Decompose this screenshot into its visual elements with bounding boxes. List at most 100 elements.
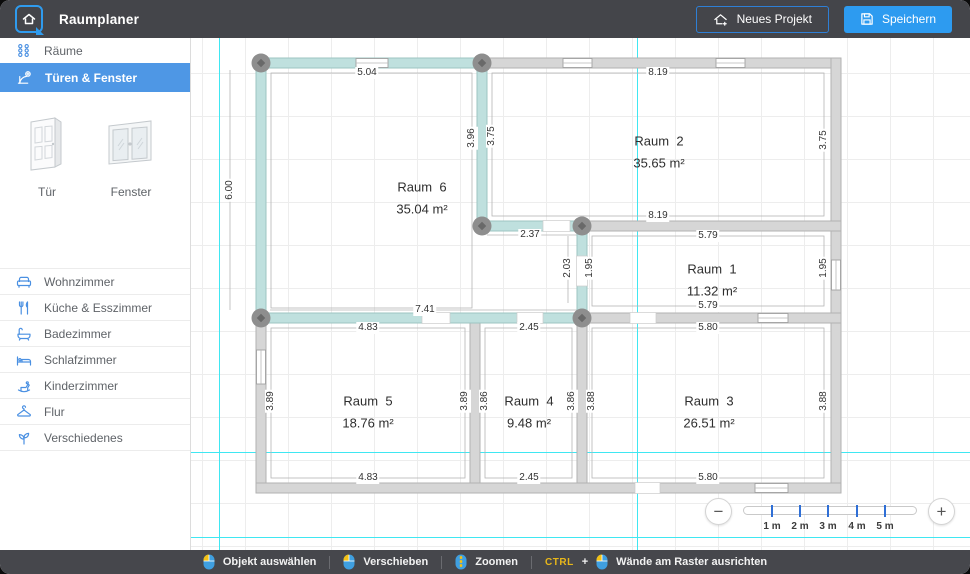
door-illustration-icon <box>21 114 73 172</box>
room-name: Raum 5 <box>342 394 393 409</box>
scale-tick <box>771 505 773 517</box>
hint-label: Zoomen <box>475 556 518 568</box>
hint-zoom: Zoomen <box>455 554 518 570</box>
hint-snap-walls: CTRL + Wände am Raster ausrichten <box>545 554 767 570</box>
category-kueche-esszimmer[interactable]: Küche & Esszimmer <box>0 295 190 321</box>
dimension-label: 4.83 <box>356 322 379 334</box>
dimension-label: 2.45 <box>517 322 540 334</box>
sidebar-item-tueren-fenster[interactable]: Türen & Fenster <box>0 63 190 92</box>
header-bar: Raumplaner Neues Projekt Speichern <box>0 0 970 38</box>
scale-tick <box>827 505 829 517</box>
room-category-list: Wohnzimmer Küche & Esszimmer Badezimmer … <box>0 268 190 451</box>
room-area: 9.48 m² <box>504 416 553 431</box>
dimension-label: 8.19 <box>646 67 669 79</box>
sidebar: Räume Türen & Fenster <box>0 38 191 550</box>
scale-label: 3 m <box>819 521 836 532</box>
dimension-label: 5.80 <box>696 472 719 484</box>
room-label-raum-1[interactable]: Raum 1 11.32 m² <box>687 262 737 299</box>
divider <box>441 556 442 569</box>
dimension-label: 6.00 <box>224 178 236 201</box>
category-schlafzimmer[interactable]: Schlafzimmer <box>0 347 190 373</box>
app-window: Raumplaner Neues Projekt Speichern <box>0 0 970 574</box>
category-wohnzimmer[interactable]: Wohnzimmer <box>0 269 190 295</box>
dimension-label: 1.95 <box>818 256 830 279</box>
door-plus-icon <box>16 70 32 86</box>
dimension-label: 5.79 <box>696 300 719 312</box>
dimension-label: 4.83 <box>356 472 379 484</box>
zoom-in-button[interactable]: + <box>928 498 955 525</box>
category-flur[interactable]: Flur <box>0 399 190 425</box>
room-name: Raum 2 <box>633 134 684 149</box>
scale-label: 5 m <box>876 521 893 532</box>
category-label: Flur <box>44 405 65 419</box>
category-label: Küche & Esszimmer <box>44 301 152 315</box>
hint-label: Verschieben <box>363 556 428 568</box>
room-label-raum-3[interactable]: Raum 3 26.51 m² <box>683 394 734 431</box>
room-name: Raum 1 <box>687 262 737 277</box>
save-button[interactable]: Speichern <box>844 6 952 33</box>
fork-knife-icon <box>16 300 32 316</box>
category-verschiedenes[interactable]: Verschiedenes <box>0 425 190 451</box>
dimension-label: 3.88 <box>818 389 830 412</box>
scale-label: 2 m <box>791 521 808 532</box>
sidebar-item-label: Räume <box>44 44 83 58</box>
bathtub-icon <box>16 326 32 342</box>
app-logo <box>15 5 43 33</box>
dimension-label: 8.19 <box>646 210 669 222</box>
room-name: Raum 4 <box>504 394 553 409</box>
sidebar-item-label: Türen & Fenster <box>45 71 137 85</box>
zoom-out-button[interactable]: − <box>705 498 732 525</box>
logo-fold <box>36 27 44 35</box>
rooms-grid-icon <box>16 43 31 58</box>
dimension-label: 2.03 <box>562 256 574 279</box>
category-label: Schlafzimmer <box>44 353 117 367</box>
window-illustration-icon <box>101 114 161 172</box>
dimension-label: 5.80 <box>696 322 719 334</box>
dimension-label: 3.89 <box>459 389 471 412</box>
scale-tick <box>884 505 886 517</box>
dimension-label: 3.86 <box>566 389 578 412</box>
dimension-label: 2.45 <box>517 472 540 484</box>
floor-plan-canvas[interactable]: 5.04 8.19 6.00 3.96 3.75 3.75 8.19 2.37 … <box>190 38 970 550</box>
dimension-label: 1.95 <box>584 256 596 279</box>
save-label: Speichern <box>882 12 936 26</box>
room-area: 18.76 m² <box>342 416 393 431</box>
door-openings[interactable] <box>422 221 660 494</box>
mouse-wheel-icon <box>455 554 467 570</box>
tool-door[interactable]: Tür <box>12 114 82 199</box>
tool-window[interactable]: Fenster <box>96 114 166 199</box>
sofa-icon <box>16 274 32 290</box>
room-name: Raum 3 <box>683 394 734 409</box>
room-area: 35.65 m² <box>633 156 684 171</box>
dimension-label: 3.89 <box>265 389 277 412</box>
room-area: 11.32 m² <box>687 284 737 299</box>
category-label: Badezimmer <box>44 327 111 341</box>
floor-plan[interactable] <box>190 38 970 550</box>
mouse-left-click-icon <box>596 554 608 570</box>
scale-label: 1 m <box>763 521 780 532</box>
new-project-button[interactable]: Neues Projekt <box>696 6 829 33</box>
rocking-horse-icon <box>16 378 32 394</box>
dimension-label: 5.04 <box>355 67 378 79</box>
room-label-raum-4[interactable]: Raum 4 9.48 m² <box>504 394 553 431</box>
room-label-raum-2[interactable]: Raum 2 35.65 m² <box>633 134 684 171</box>
dimension-label: 3.86 <box>479 389 491 412</box>
dimension-label: 7.41 <box>413 304 436 316</box>
scale-tick <box>799 505 801 517</box>
dimension-label: 3.75 <box>818 128 830 151</box>
plus-sign: + <box>582 556 588 568</box>
room-label-raum-5[interactable]: Raum 5 18.76 m² <box>342 394 393 431</box>
divider <box>531 556 532 569</box>
hanger-icon <box>16 404 32 420</box>
category-badezimmer[interactable]: Badezimmer <box>0 321 190 347</box>
category-label: Wohnzimmer <box>44 275 114 289</box>
room-area: 26.51 m² <box>683 416 734 431</box>
scale-label: 4 m <box>848 521 865 532</box>
sidebar-item-raeume[interactable]: Räume <box>0 38 190 63</box>
room-label-raum-6[interactable]: Raum 6 35.04 m² <box>396 180 447 217</box>
category-label: Kinderzimmer <box>44 379 118 393</box>
dimension-label: 3.75 <box>486 124 498 147</box>
category-kinderzimmer[interactable]: Kinderzimmer <box>0 373 190 399</box>
house-icon <box>21 11 37 27</box>
new-project-label: Neues Projekt <box>737 12 812 26</box>
